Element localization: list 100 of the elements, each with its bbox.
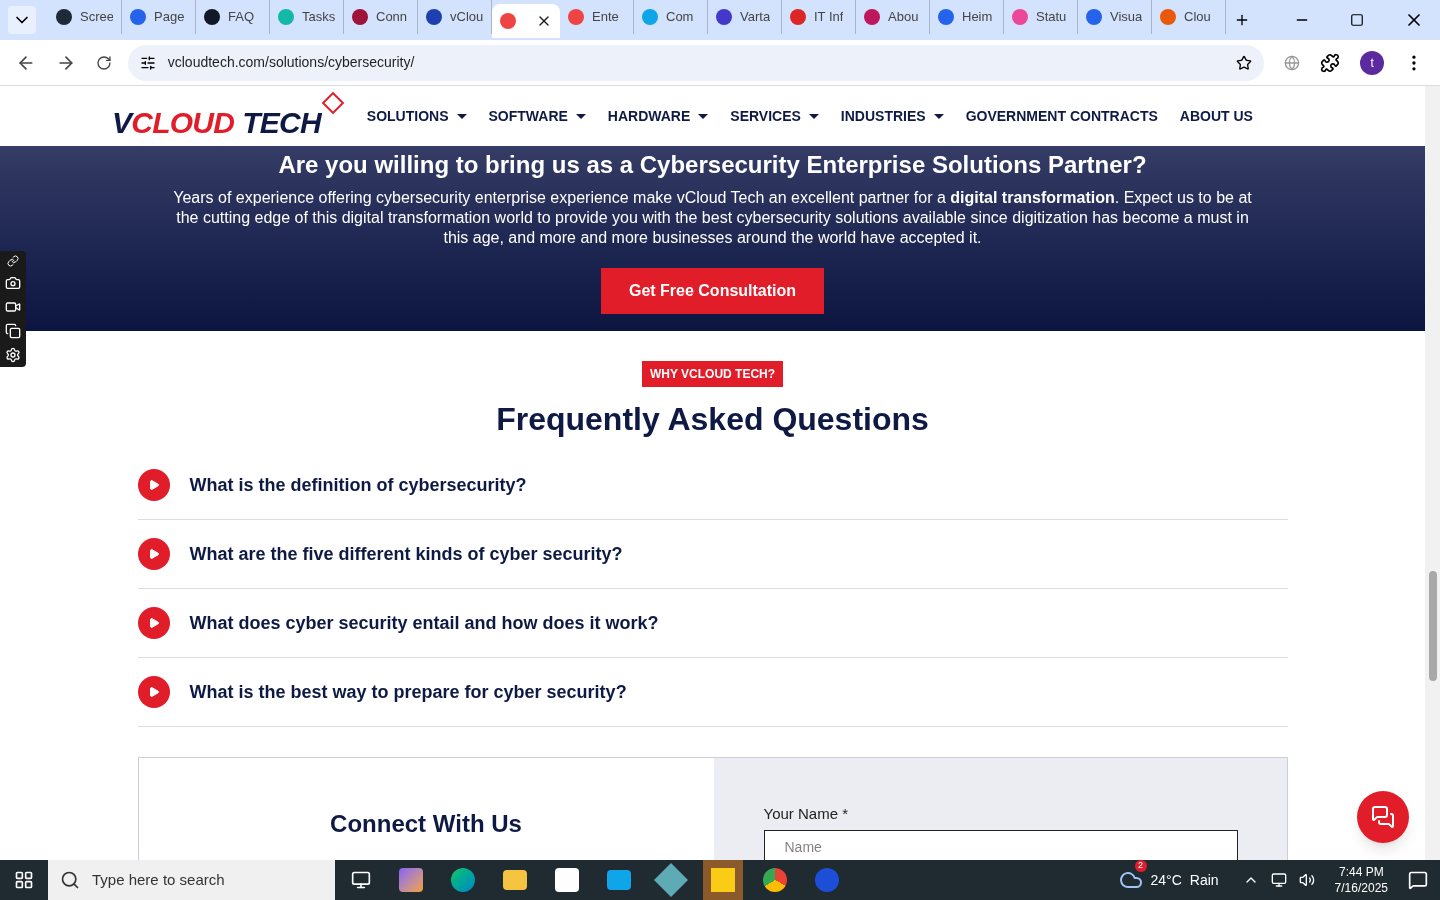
browser-tab[interactable]: Page [122,0,196,34]
site-favicon-icon [278,9,294,25]
tab-title: Varta [740,8,771,27]
consultation-button[interactable]: Get Free Consultation [600,268,825,314]
site-logo[interactable]: VCLOUD TECH [108,90,345,142]
faq-question[interactable]: What are the five different kinds of cyber security? [137,520,1288,589]
browser-tab[interactable]: Tasks [270,0,344,34]
site-favicon-icon [938,9,954,25]
profile-avatar[interactable]: t [1360,50,1385,75]
notifications-icon[interactable] [1408,870,1428,890]
browser-tab[interactable]: FAQ [196,0,270,34]
browser-tab[interactable]: Varta [708,0,782,34]
windows-icon[interactable] [5,323,21,339]
dropdown-caret-icon [698,113,709,119]
tab-title: Abou [888,8,919,27]
nav-item[interactable]: SERVICES [730,105,819,127]
network-icon[interactable] [1270,872,1287,888]
nav-item[interactable]: GOVERNMENT CONTRACTS [965,105,1158,127]
site-favicon-icon [864,9,880,25]
site-favicon-icon [1086,9,1102,25]
scrollbar[interactable] [1425,86,1440,860]
url-text: vcloudtech.com/solutions/cybersecurity/ [167,53,415,72]
tab-title: Scree [80,8,113,27]
windows-start-icon[interactable] [14,870,34,890]
tab-title: Ente [592,8,619,27]
extensions-icon[interactable] [1320,52,1341,73]
expand-icon [137,538,170,570]
tab-title: Conn [376,8,408,27]
weather-badge: 2 [1134,860,1147,872]
new-tab-icon[interactable] [1234,12,1250,28]
tab-title: Com [666,8,694,27]
tab-title: IT Inf [814,8,844,27]
weather-condition: Rain [1189,870,1219,890]
browser-tab[interactable] [492,4,560,38]
search-placeholder: Type here to search [92,869,225,890]
tab-title: Clou [1184,8,1211,27]
browser-tab[interactable]: vClou [418,0,492,34]
reload-icon[interactable] [95,54,112,71]
site-favicon-icon [568,9,584,25]
browser-tab[interactable]: IT Inf [782,0,856,34]
browser-tab[interactable]: Clou [1152,0,1226,34]
dropdown-caret-icon [575,113,586,119]
site-favicon-icon [1012,9,1028,25]
banner-heading: Are you willing to bring us as a Cybersecurity Enterprise Solutions Partner? [278,150,1147,180]
clock-time: 7:44 PM [1338,864,1384,880]
address-bar[interactable]: vcloudtech.com/solutions/cybersecurity/ [127,44,1265,81]
field-label: Your Name * [763,805,848,822]
camera-icon[interactable] [5,275,21,291]
expand-icon [137,676,170,708]
section-badge: WHY VCLOUD TECH? [641,361,784,387]
banner-paragraph: Years of experience offering cybersecurity enterprise experience make vCloud Tech an excellent partner for a digital transformation. Expect us to be at the cutting edge of this digital transformation world to provide you with the best cybersecurity solutions available since digitization has become a must in this age, and more and more businesses around the world have accepted it. [172,188,1253,248]
chat-icon [1371,805,1395,829]
nav-item[interactable]: SOFTWARE [488,105,586,127]
maximize-icon[interactable] [1350,13,1364,27]
browser-tab[interactable]: Com [634,0,708,34]
chat-button[interactable] [1357,791,1409,843]
browser-tab[interactable]: Statu [1004,0,1078,34]
volume-icon[interactable] [1298,872,1315,888]
tab-title: Visua [1110,8,1143,27]
nav-item[interactable]: HARDWARE [607,105,709,127]
search-icon [60,870,80,890]
nav-item[interactable]: ABOUT US [1179,105,1253,127]
browser-tab[interactable]: Conn [344,0,418,34]
nav-item[interactable]: SOLUTIONS [366,105,467,127]
task-view-icon[interactable] [351,870,371,890]
dropdown-caret-icon [808,113,819,119]
name-field[interactable]: Name [763,830,1238,860]
site-info-icon[interactable] [139,54,156,71]
link-icon[interactable] [7,255,19,267]
faq-question[interactable]: What is the best way to prepare for cyber security? [137,658,1288,727]
site-favicon-icon [204,9,220,25]
nav-item[interactable]: INDUSTRIES [840,105,944,127]
faq-question[interactable]: What does cyber security entail and how does it work? [137,589,1288,658]
site-favicon-icon [56,9,72,25]
contact-title: Connect With Us [330,809,522,839]
faq-question[interactable]: What is the definition of cybersecurity? [137,451,1288,520]
tab-title: Tasks [302,8,335,27]
browser-tab[interactable]: Abou [856,0,930,34]
expand-icon [137,469,170,501]
tab-search-icon[interactable] [8,6,36,34]
globe-icon[interactable] [1284,54,1301,71]
site-favicon-icon [716,9,732,25]
browser-tab[interactable]: Scree [48,0,122,34]
clock-date: 7/16/2025 [1334,880,1388,896]
browser-tab[interactable]: Ente [560,0,634,34]
browser-tab[interactable]: Heim [930,0,1004,34]
taskbar-search-field[interactable]: Type here to search [48,860,335,900]
settings-icon[interactable] [5,347,21,363]
browser-tab[interactable]: Visua [1078,0,1152,34]
site-favicon-icon [426,9,442,25]
bookmark-star-icon[interactable] [1236,54,1253,71]
site-favicon-icon [130,9,146,25]
tab-title: FAQ [228,8,254,27]
site-favicon-icon [642,9,658,25]
tab-title: Page [154,8,185,27]
site-favicon-icon [790,9,806,25]
video-camera-icon[interactable] [5,299,21,315]
faq-title: Frequently Asked Questions [496,400,929,439]
dropdown-caret-icon [933,113,944,119]
tab-title: Statu [1036,8,1067,27]
